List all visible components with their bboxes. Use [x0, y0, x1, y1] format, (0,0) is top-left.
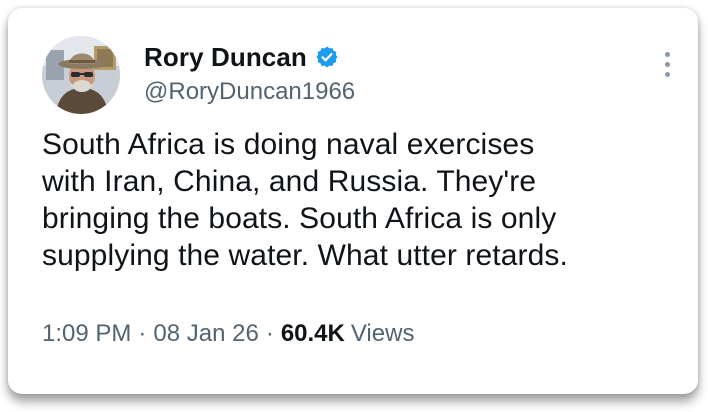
views-count[interactable]: 60.4K: [281, 320, 345, 348]
profile-photo-icon: [42, 36, 120, 114]
tweet-text-line: with Iran, China, and Russia. They're: [42, 165, 537, 198]
more-options-icon[interactable]: [662, 52, 672, 82]
avatar[interactable]: [42, 36, 120, 114]
tweet-meta: 1:09 PM · 08 Jan 26 · 60.4K Views: [42, 320, 414, 348]
author-name-row: Rory Duncan: [144, 39, 339, 75]
dot: [664, 72, 670, 77]
dot: [664, 62, 670, 67]
author-handle[interactable]: @RoryDuncan1966: [144, 78, 355, 106]
tweet-text-line: bringing the boats. South Africa is only: [42, 202, 557, 235]
post-time[interactable]: 1:09 PM: [42, 320, 131, 348]
verified-badge-icon: [316, 46, 338, 68]
tweet-text-line: South Africa is doing naval exercises: [42, 128, 535, 161]
dot: [664, 52, 670, 57]
display-name[interactable]: Rory Duncan: [144, 42, 307, 73]
post-date[interactable]: 08 Jan 26: [153, 320, 258, 348]
tweet-text: South Africa is doing naval exercises wi…: [42, 126, 682, 274]
tweet-text-line: supplying the water. What utter retards.: [42, 239, 568, 272]
tweet-card[interactable]: Rory Duncan @RoryDuncan1966 South Africa…: [8, 8, 698, 394]
separator: ·: [265, 320, 274, 347]
separator: ·: [138, 320, 147, 347]
views-label[interactable]: Views: [351, 320, 415, 348]
